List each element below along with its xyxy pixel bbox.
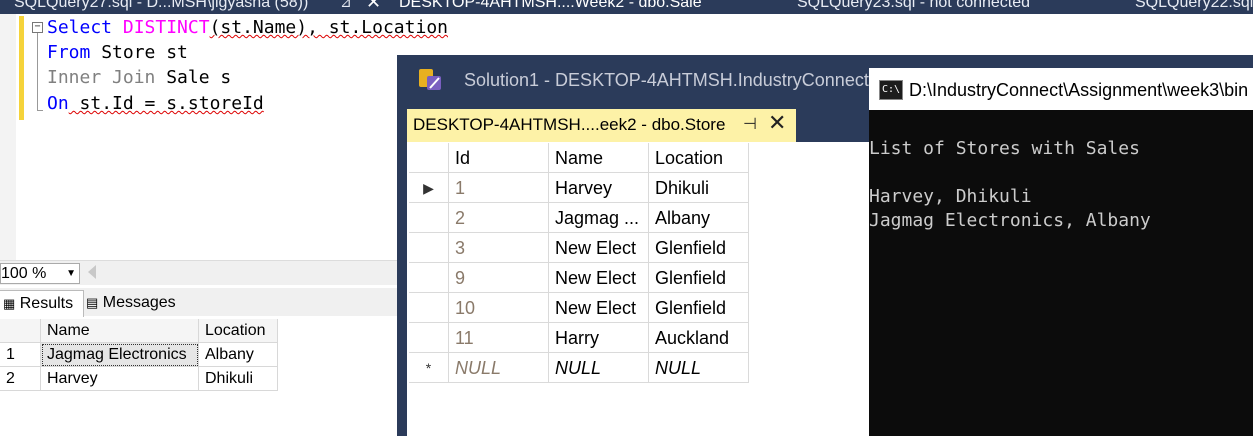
cell-name[interactable]: NULL xyxy=(549,353,649,383)
tab-sqlquery27[interactable]: SQLQuery27.sql - D...MSH\jigyasha (58)) xyxy=(14,0,308,12)
row-selector[interactable] xyxy=(409,323,449,353)
row-selector[interactable] xyxy=(409,233,449,263)
code-text: Store st xyxy=(90,42,188,63)
row-number-header xyxy=(0,319,41,343)
messages-icon: ▤ xyxy=(86,295,99,310)
row-number: 1 xyxy=(0,343,41,367)
cell-location[interactable]: NULL xyxy=(649,353,749,383)
cell-location[interactable]: Glenfield xyxy=(649,263,749,293)
column-header-id[interactable]: Id xyxy=(449,143,549,173)
cell-name[interactable]: New Elect xyxy=(549,293,649,323)
close-icon[interactable]: ✕ xyxy=(768,110,786,136)
row-selector[interactable] xyxy=(409,263,449,293)
column-header-location[interactable]: Location xyxy=(199,319,278,343)
row-number: 2 xyxy=(0,367,41,391)
collapse-icon[interactable]: − xyxy=(32,22,43,33)
code-line-3[interactable]: Inner Join Sale s xyxy=(47,67,231,89)
keyword-from: From xyxy=(47,42,91,63)
outline-line-end xyxy=(37,110,43,111)
outline-line xyxy=(37,33,38,111)
code-text: Sale s xyxy=(155,67,232,88)
cell-name[interactable]: Jagmag ... xyxy=(549,203,649,233)
column-header-name[interactable]: Name xyxy=(549,143,649,173)
new-row-selector[interactable]: * xyxy=(409,353,449,383)
cell-name[interactable]: New Elect xyxy=(549,233,649,263)
keyword-inner-join: Inner Join xyxy=(47,67,156,88)
cell-location[interactable]: Auckland xyxy=(649,323,749,353)
code-line-4[interactable]: On st.Id = s.storeId xyxy=(47,93,264,115)
code-line-1[interactable]: Select DISTINCT(st.Name), st.Location xyxy=(47,17,448,39)
column-header-location[interactable]: Location xyxy=(649,143,749,173)
tab-dbo-store[interactable]: DESKTOP-4AHTMSH....eek2 - dbo.Store ⊣ ✕ xyxy=(407,109,796,142)
result-cell-name[interactable]: Jagmag Electronics xyxy=(41,343,199,367)
tab-sqlquery23[interactable]: SQLQuery23.sql - not connected xyxy=(797,0,1030,12)
row-selector[interactable] xyxy=(409,293,449,323)
code-line-2[interactable]: From Store st xyxy=(47,42,188,64)
tab-messages[interactable]: ▤ Messages xyxy=(82,290,180,316)
cell-location[interactable]: Glenfield xyxy=(649,233,749,263)
tab-messages-label: Messages xyxy=(102,294,176,311)
table-data-grid[interactable]: Id Name Location ▶ 1 Harvey Dhikuli 2 Ja… xyxy=(407,142,869,436)
tab-sqlquery22[interactable]: SQLQuery22.sql xyxy=(1135,0,1253,12)
cell-location[interactable]: Albany xyxy=(649,203,749,233)
tab-results-label: Results xyxy=(19,295,74,312)
code-text: (st.Name), st.Location xyxy=(209,17,448,38)
console-window[interactable] xyxy=(869,68,1253,436)
cell-name[interactable]: New Elect xyxy=(549,263,649,293)
editor-gutter xyxy=(0,14,16,260)
cell-id[interactable]: 10 xyxy=(449,293,549,323)
pin-icon[interactable]: ⊣ xyxy=(743,114,757,134)
close-icon[interactable]: ✕ xyxy=(366,0,381,13)
row-selector[interactable]: ▶ xyxy=(409,173,449,203)
result-cell-name[interactable]: Harvey xyxy=(41,367,199,391)
code-text: st.Id = s.storeId xyxy=(68,93,264,114)
cell-name[interactable]: Harvey xyxy=(549,173,649,203)
keyword-distinct: DISTINCT xyxy=(122,17,210,38)
chevron-down-icon: ▼ xyxy=(66,268,76,279)
cell-id[interactable]: 3 xyxy=(449,233,549,263)
row-selector[interactable] xyxy=(409,203,449,233)
window-title: Solution1 - DESKTOP-4AHTMSH.IndustryConn… xyxy=(464,70,886,90)
tab-dbo-sale[interactable]: DESKTOP-4AHTMSH....Week2 - dbo.Sale xyxy=(399,0,702,12)
visual-studio-icon xyxy=(417,66,443,92)
keyword-select: Select xyxy=(47,17,113,38)
change-marker xyxy=(19,16,24,120)
console-output-line: Jagmag Electronics, Albany xyxy=(869,210,1151,231)
column-header-name[interactable]: Name xyxy=(41,319,199,343)
console-title-bar[interactable]: C:\ D:\IndustryConnect\Assignment\week3\… xyxy=(869,68,1253,110)
cell-name[interactable]: Harry xyxy=(549,323,649,353)
doc-tab-label: DESKTOP-4AHTMSH....eek2 - dbo.Store xyxy=(413,115,726,134)
cell-id[interactable]: 9 xyxy=(449,263,549,293)
zoom-value: 100 % xyxy=(1,265,47,282)
console-icon: C:\ xyxy=(879,80,903,100)
cell-location[interactable]: Dhikuli xyxy=(649,173,749,203)
zoom-dropdown[interactable]: 100 % ▼ xyxy=(0,263,80,284)
grid-icon: ▦ xyxy=(3,296,16,311)
console-title: D:\IndustryConnect\Assignment\week3\bin xyxy=(909,80,1249,100)
cell-location[interactable]: Glenfield xyxy=(649,293,749,323)
scroll-left-icon[interactable] xyxy=(88,265,96,279)
keyword-on: On xyxy=(47,93,69,114)
document-tab-strip: SQLQuery27.sql - D...MSH\jigyasha (58)) … xyxy=(0,0,1253,14)
results-grid[interactable]: Name Location 1 Jagmag Electronics Alban… xyxy=(0,318,397,436)
result-cell-location[interactable]: Albany xyxy=(199,343,278,367)
zoom-bar: 100 % ▼ xyxy=(0,260,397,285)
result-cell-location[interactable]: Dhikuli xyxy=(199,367,278,391)
cell-id[interactable]: 2 xyxy=(449,203,549,233)
cell-id[interactable]: NULL xyxy=(449,353,549,383)
pin-icon[interactable]: ⊿ xyxy=(340,0,352,11)
results-tab-bar: ▦ Results ▤ Messages xyxy=(0,288,397,317)
row-selector-header xyxy=(409,143,449,173)
cell-id[interactable]: 1 xyxy=(449,173,549,203)
cell-id[interactable]: 11 xyxy=(449,323,549,353)
console-output-line: Harvey, Dhikuli xyxy=(869,186,1032,207)
tab-results[interactable]: ▦ Results xyxy=(0,290,84,317)
console-output-line: List of Stores with Sales xyxy=(869,138,1140,159)
